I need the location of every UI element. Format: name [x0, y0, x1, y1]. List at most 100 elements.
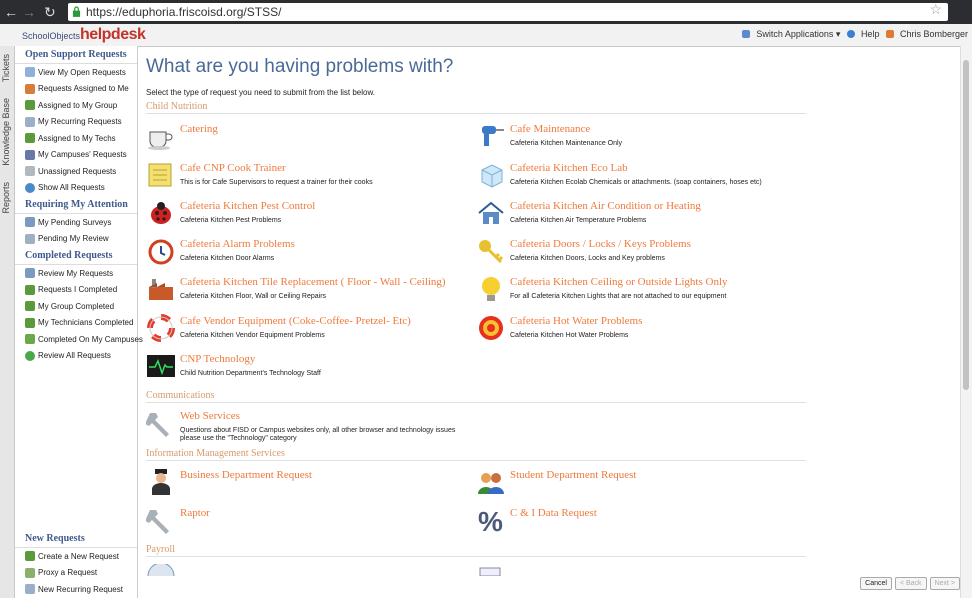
techs-completed-icon — [25, 317, 35, 328]
sidebar-item-review-all[interactable]: Review All Requests — [15, 348, 137, 365]
sidebar-item-review-my[interactable]: Review My Requests — [15, 265, 137, 282]
section-open-requests: Open Support Requests — [15, 46, 137, 64]
option-ci-data-request[interactable]: % C & I Data Request — [476, 506, 796, 536]
bookmark-star-icon[interactable]: ☆ — [929, 1, 942, 18]
option-doors-locks[interactable]: Cafeteria Doors / Locks / Keys Problems … — [476, 237, 796, 267]
payroll-clock-icon — [147, 564, 175, 576]
section-completed: Completed Requests — [15, 247, 137, 265]
sidebar-item-assigned-group[interactable]: Assigned to My Group — [15, 97, 137, 114]
help-link[interactable]: Help — [846, 29, 879, 39]
option-raptor[interactable]: Raptor — [146, 506, 466, 536]
sidebar-item-i-completed[interactable]: Requests I Completed — [15, 282, 137, 299]
life-ring-icon — [147, 314, 175, 342]
option-cafe-maintenance[interactable]: Cafe Maintenance Cafeteria Kitchen Maint… — [476, 122, 796, 152]
help-icon — [846, 30, 855, 38]
sidebar-item-show-all[interactable]: Show All Requests — [15, 180, 137, 197]
browser-toolbar: ← → ↻ https://eduphoria.friscoisd.org/ST… — [0, 0, 972, 24]
option-student-department[interactable]: Student Department Request — [476, 468, 796, 498]
option-hot-water[interactable]: Cafeteria Hot Water Problems Cafeteria K… — [476, 314, 796, 344]
review-icon — [25, 233, 35, 244]
app-header: SchoolObjectshelpdesk Switch Application… — [0, 24, 972, 47]
check-globe-icon — [25, 350, 35, 361]
back-button[interactable]: < Back — [894, 577, 927, 590]
notepad-icon — [148, 163, 172, 187]
globe-icon — [25, 182, 35, 193]
option-alarm[interactable]: Cafeteria Alarm Problems Cafeteria Kitch… — [146, 237, 466, 267]
address-bar[interactable]: https://eduphoria.friscoisd.org/STSS/ — [68, 3, 948, 21]
sidebar-item-assigned-to-me[interactable]: Requests Assigned to Me — [15, 81, 137, 98]
category-communications: Communications — [146, 390, 806, 403]
group-completed-icon — [25, 301, 35, 312]
techs-icon — [25, 133, 35, 144]
sidebar-item-view-my-open[interactable]: View My Open Requests — [15, 64, 137, 81]
sidebar-item-campuses[interactable]: My Campuses' Requests — [15, 147, 137, 164]
unassigned-icon — [25, 166, 35, 177]
next-button[interactable]: Next > — [929, 577, 960, 590]
apps-icon — [742, 30, 751, 38]
sidebar: Open Support Requests View My Open Reque… — [15, 46, 143, 598]
alarm-clock-icon — [148, 239, 174, 265]
sidebar-item-create-new[interactable]: Create a New Request — [15, 548, 137, 565]
sidebar-item-proxy[interactable]: Proxy a Request — [15, 565, 137, 582]
group-icon — [25, 100, 35, 111]
url-text: https://eduphoria.friscoisd.org/STSS/ — [86, 5, 282, 19]
option-eco-lab[interactable]: Cafeteria Kitchen Eco Lab Cafeteria Kitc… — [476, 161, 796, 191]
percent-icon: % — [478, 506, 503, 534]
tab-reports[interactable]: Reports — [1, 182, 11, 214]
vertical-tabs: Tickets Knowledge Base Reports — [0, 46, 15, 598]
forward-arrow-icon[interactable]: → — [22, 3, 36, 21]
businessman-icon — [152, 469, 170, 495]
section-attention: Requiring My Attention — [15, 196, 137, 214]
option-vendor-equipment[interactable]: Cafe Vendor Equipment (Coke-Coffee- Pret… — [146, 314, 466, 344]
target-icon — [479, 316, 503, 340]
vertical-scrollbar[interactable] — [960, 46, 972, 598]
payroll-document-icon — [479, 567, 501, 576]
wizard-buttons: Cancel < Back Next > — [860, 577, 960, 590]
category-payroll: Payroll — [146, 544, 806, 557]
sidebar-item-techs-completed[interactable]: My Technicians Completed — [15, 315, 137, 332]
campus-icon — [25, 149, 35, 160]
sidebar-item-new-recurring[interactable]: New Recurring Request — [15, 581, 137, 598]
section-new-requests: New Requests — [15, 530, 137, 548]
ladybug-icon — [151, 202, 171, 224]
proxy-icon — [25, 567, 35, 578]
option-air-condition[interactable]: Cafeteria Kitchen Air Condition or Heati… — [476, 199, 796, 229]
students-icon — [478, 473, 504, 494]
option-tile-replacement[interactable]: Cafeteria Kitchen Tile Replacement ( Flo… — [146, 275, 466, 305]
sidebar-item-pending-surveys[interactable]: My Pending Surveys — [15, 214, 137, 231]
raptor-wrench-icon — [146, 510, 169, 534]
scrollbar-thumb[interactable] — [963, 60, 969, 390]
option-cook-trainer[interactable]: Cafe CNP Cook Trainer This is for Cafe S… — [146, 161, 466, 191]
sidebar-item-pending-review[interactable]: Pending My Review — [15, 231, 137, 248]
sidebar-item-my-techs[interactable]: Assigned to My Techs — [15, 130, 137, 147]
sidebar-item-recurring[interactable]: My Recurring Requests — [15, 114, 137, 131]
category-child-nutrition: Child Nutrition — [146, 101, 806, 114]
sidebar-item-unassigned[interactable]: Unassigned Requests — [15, 163, 137, 180]
option-pest-control[interactable]: Cafeteria Kitchen Pest Control Cafeteria… — [146, 199, 466, 229]
reload-icon[interactable]: ↻ — [44, 3, 56, 21]
recurring-icon — [25, 116, 35, 127]
monitor-pulse-icon — [147, 355, 175, 377]
category-information-management: Information Management Services — [146, 448, 806, 461]
completed-icon — [25, 284, 35, 295]
option-business-department[interactable]: Business Department Request — [146, 468, 466, 498]
user-icon — [885, 30, 894, 38]
create-icon — [25, 551, 35, 562]
helpdesk-logo: SchoolObjectshelpdesk — [22, 26, 146, 43]
option-cnp-technology[interactable]: CNP Technology Child Nutrition Departmen… — [146, 352, 466, 382]
switch-applications-link[interactable]: Switch Applications ▾ — [742, 29, 840, 39]
tab-tickets[interactable]: Tickets — [1, 54, 11, 82]
user-menu[interactable]: Chris Bomberger — [885, 29, 968, 39]
option-ceiling-lights[interactable]: Cafeteria Kitchen Ceiling or Outside Lig… — [476, 275, 796, 305]
wrench-tool-icon — [146, 413, 169, 437]
tab-knowledge-base[interactable]: Knowledge Base — [1, 98, 11, 166]
cancel-button[interactable]: Cancel — [860, 577, 892, 590]
review-my-icon — [25, 268, 35, 279]
back-arrow-icon[interactable]: ← — [4, 3, 18, 21]
sidebar-item-group-completed[interactable]: My Group Completed — [15, 298, 137, 315]
sidebar-item-campuses-completed[interactable]: Completed On My Campuses — [15, 331, 143, 348]
user-tag-icon — [25, 83, 35, 94]
option-catering[interactable]: Catering — [146, 122, 466, 152]
option-web-services[interactable]: Web Services Questions about FISD or Cam… — [146, 409, 466, 442]
new-recurring-icon — [25, 584, 35, 595]
